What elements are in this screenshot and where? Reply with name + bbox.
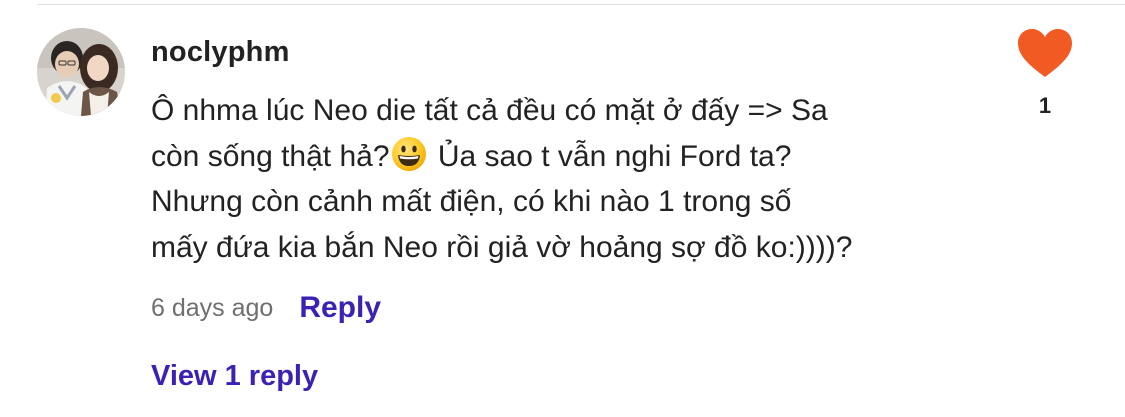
top-divider: [37, 4, 1125, 5]
heart-icon[interactable]: [1016, 27, 1074, 79]
comment-text-segment: Ủa sao t vẫn nghi Ford ta?: [429, 139, 792, 173]
view-replies-button[interactable]: View 1 reply: [151, 360, 318, 393]
comment-line: Ô nhma lúc Neo die tất cả đều có mặt ở đ…: [151, 94, 828, 127]
comment-line: còn sống thật hả? Ủa sao t vẫn nghi Ford…: [151, 134, 941, 180]
comment-line: Nhưng còn cảnh mất điện, có khi nào 1 tr…: [151, 185, 792, 218]
comment-line: mấy đứa kia bắn Neo rồi giả vờ hoảng sợ …: [151, 230, 853, 264]
username[interactable]: noclyphm: [151, 36, 290, 69]
like-count: 1: [1038, 93, 1052, 118]
like-area: 1: [1009, 27, 1081, 119]
comment-text: Ô nhma lúc Neo die tất cả đều có mặt ở đ…: [151, 88, 941, 270]
timestamp: 6 days ago: [151, 293, 274, 322]
avatar[interactable]: [37, 28, 125, 116]
comment-text-segment: còn sống thật hả?: [151, 139, 390, 173]
reply-button[interactable]: Reply: [299, 291, 381, 325]
comment-meta: 6 days ago Reply: [151, 290, 381, 326]
avatar-photo: [37, 28, 125, 116]
grinning-face-emoji: [391, 136, 426, 171]
